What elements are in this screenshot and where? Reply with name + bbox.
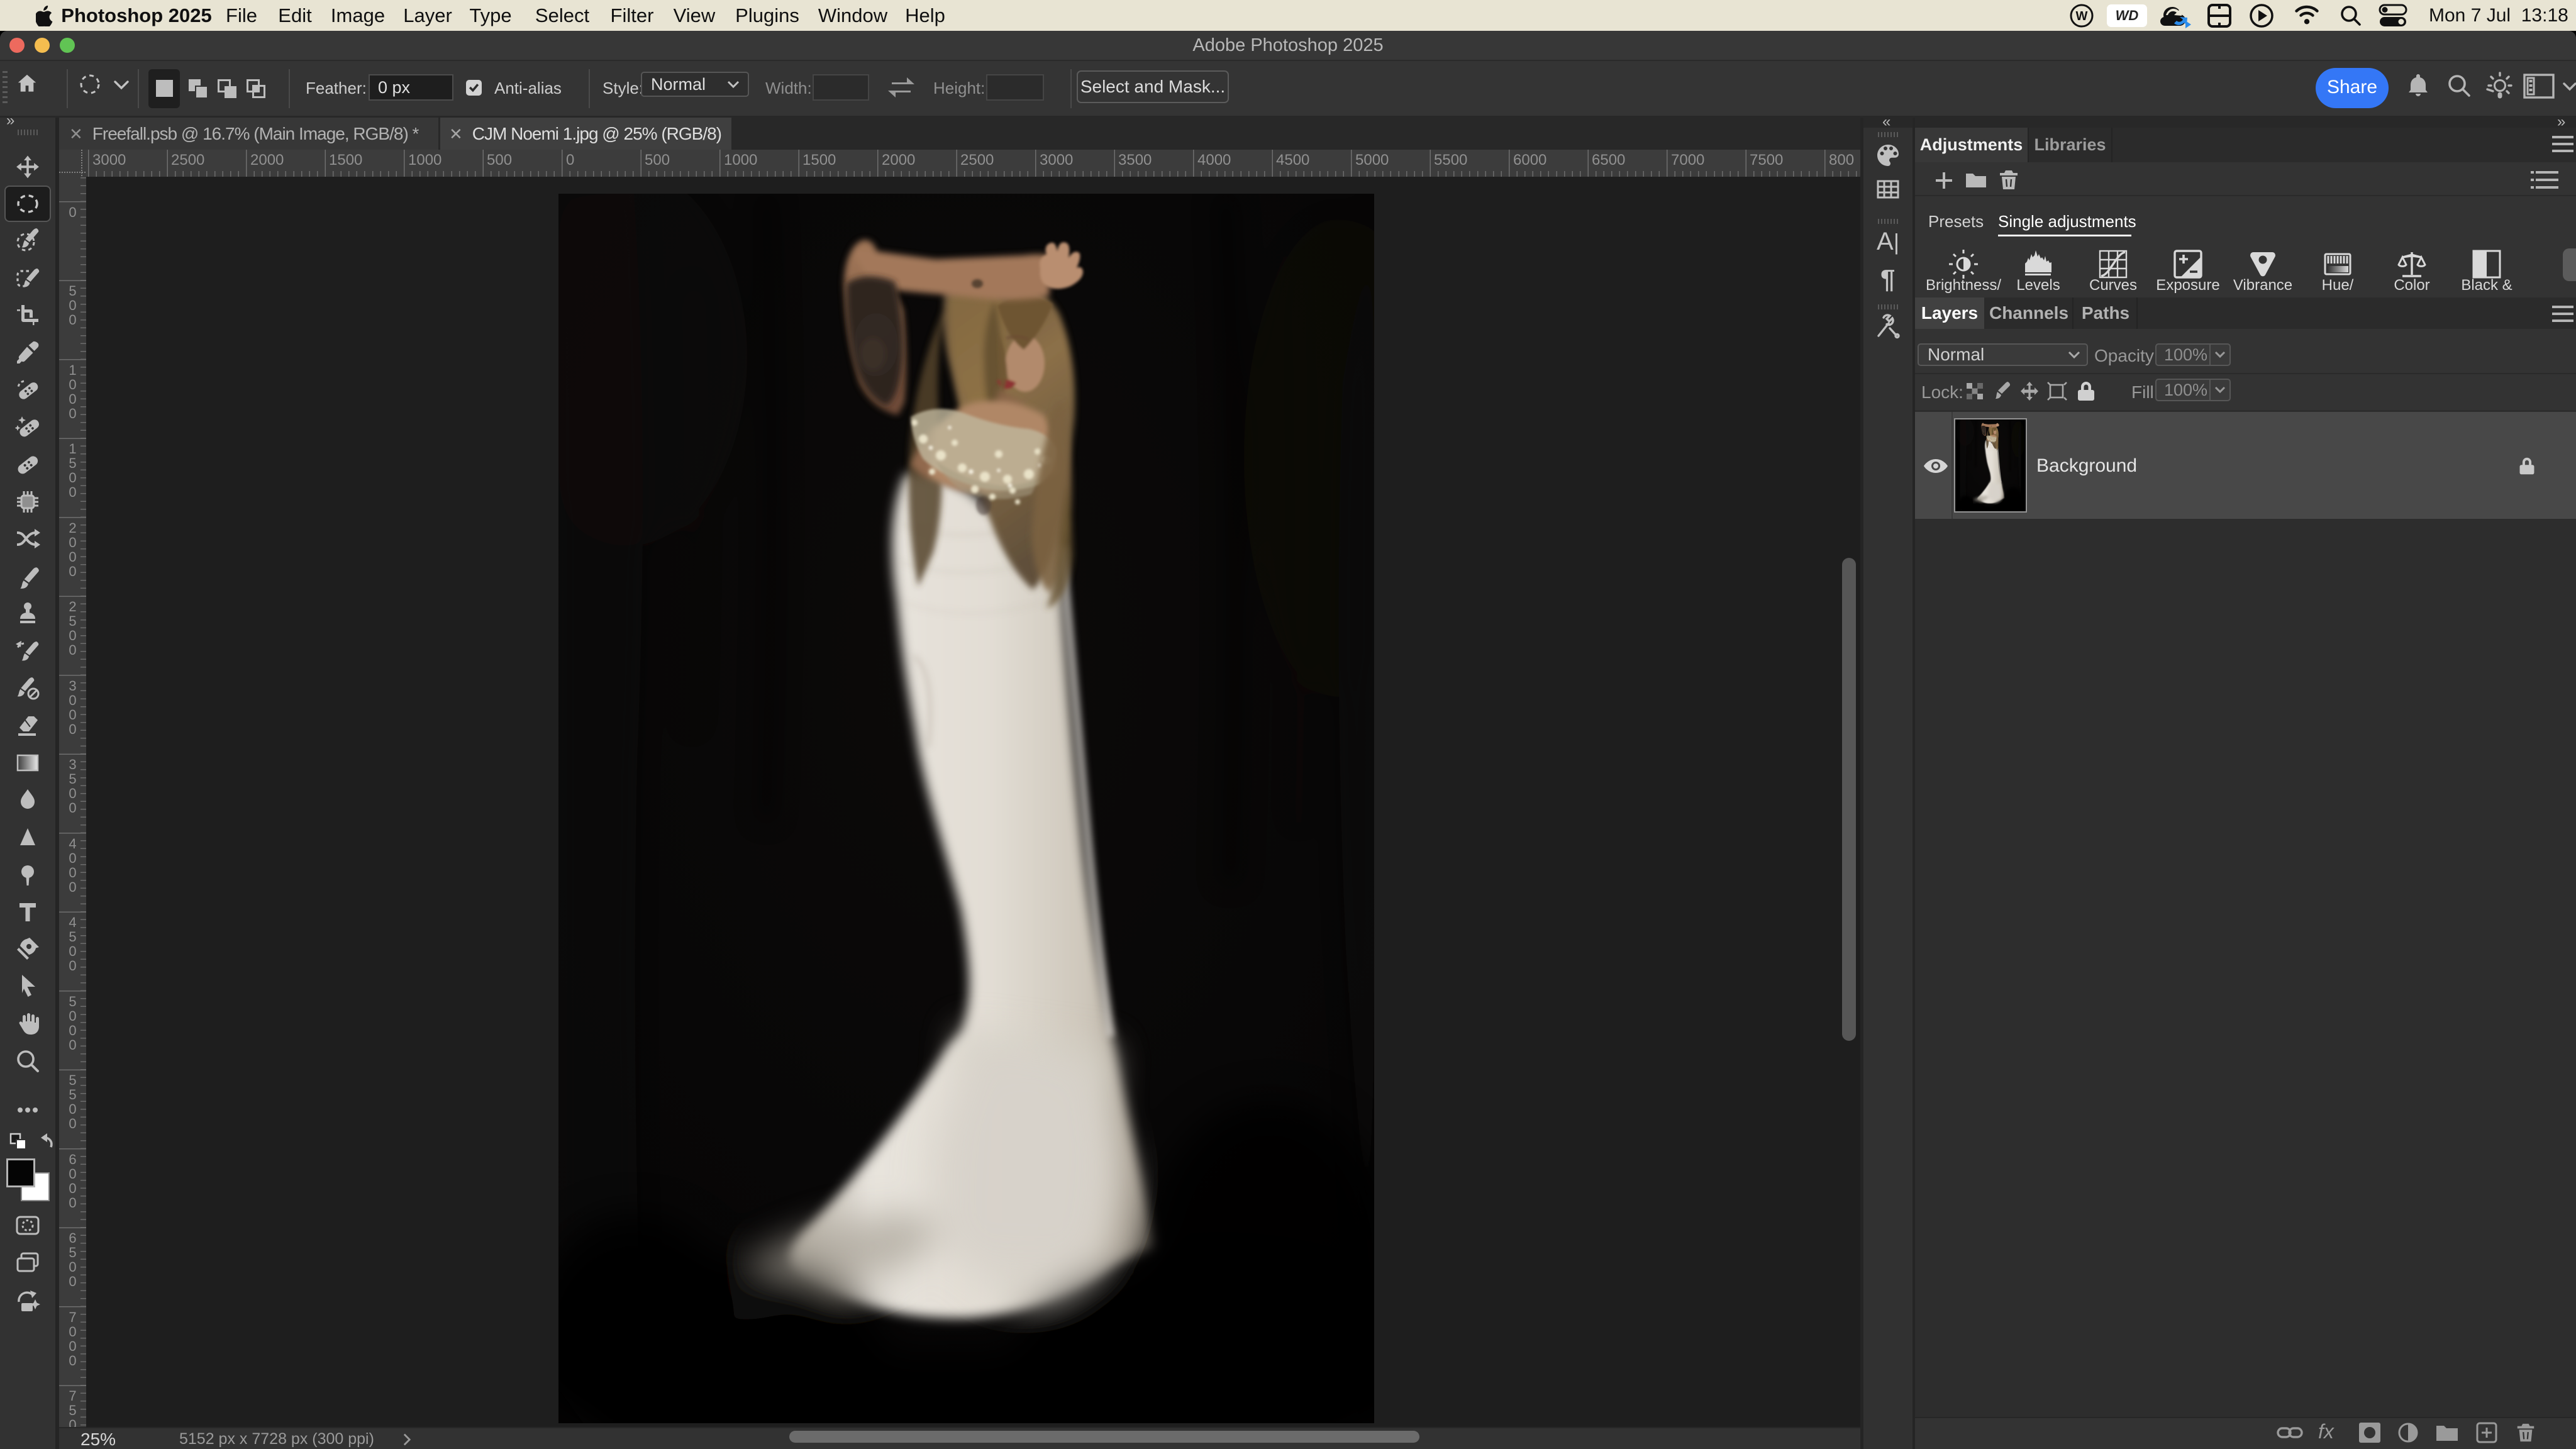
svg-text:W: W (2076, 9, 2088, 23)
